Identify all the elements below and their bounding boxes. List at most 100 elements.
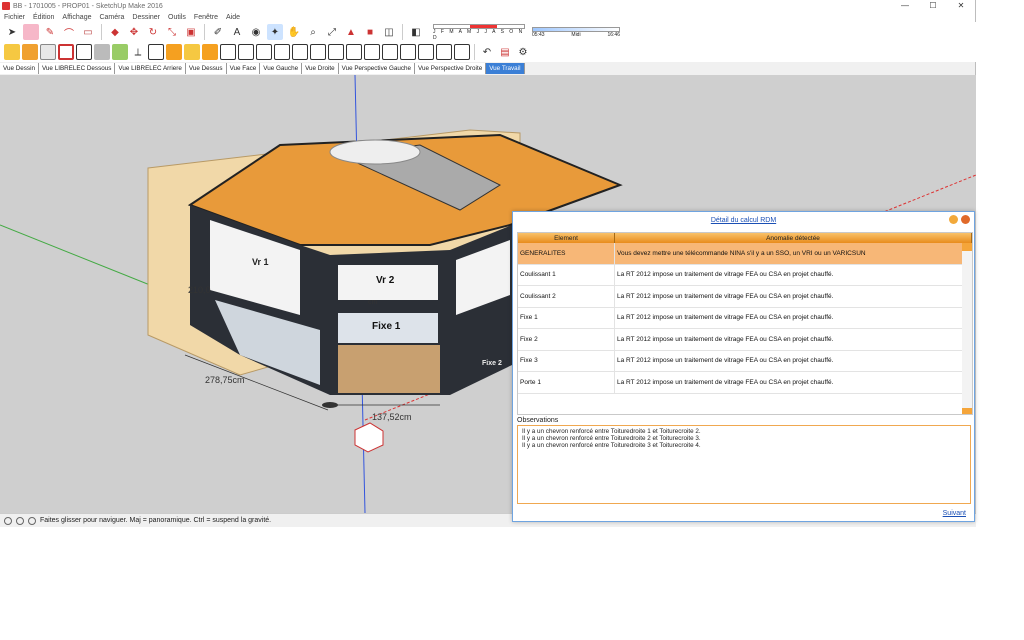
plugin-icon-18[interactable] <box>310 44 326 60</box>
plugin-icon-11[interactable] <box>184 44 200 60</box>
plugin-icon-25[interactable] <box>436 44 452 60</box>
table-row[interactable]: Coulissant 2 La RT 2012 impose un traite… <box>518 286 972 308</box>
table-row[interactable]: Fixe 3 La RT 2012 impose un traitement d… <box>518 350 972 372</box>
rdm-dialog: Détail du calcul RDM Element Anomalie dé… <box>512 211 975 522</box>
menu-camera[interactable]: Caméra <box>99 14 124 21</box>
main-toolbar: ➤ ✎ ⌒ ▭ ◆ ✥ ↻ ⤡ ▣ ✐ A ◉ ✦ ✋ ⌕ ⤢ ▲ ■ ◫ ◧ … <box>0 22 976 42</box>
extension-icon[interactable]: ■ <box>362 24 378 40</box>
table-scrollbar[interactable] <box>962 243 972 414</box>
table-row[interactable]: Coulissant 1 La RT 2012 impose un traite… <box>518 264 972 286</box>
scroll-up-icon[interactable] <box>962 243 972 251</box>
dialog-help-icon[interactable] <box>949 215 958 224</box>
warehouse-icon[interactable]: ▲ <box>343 24 359 40</box>
column-anomaly[interactable]: Anomalie détectée <box>615 233 972 243</box>
plugin-icon-2[interactable] <box>22 44 38 60</box>
orbit-icon[interactable]: ✦ <box>267 24 283 40</box>
plugin-icon-10[interactable] <box>166 44 182 60</box>
menu-aide[interactable]: Aide <box>226 14 240 21</box>
plugin-icon-1[interactable] <box>4 44 20 60</box>
table-row[interactable]: GENERALITES Vous devez mettre une téléco… <box>518 243 972 265</box>
plugin-icon-8[interactable]: ⟂ <box>130 44 146 60</box>
scale-icon[interactable]: ⤡ <box>164 24 180 40</box>
plugin-icon-13[interactable] <box>220 44 236 60</box>
settings-icon[interactable]: ⚙ <box>515 44 531 60</box>
tab-vue-face[interactable]: Vue Face <box>227 63 261 74</box>
maximize-button[interactable]: ☐ <box>919 0 947 12</box>
plugin-icon-20[interactable] <box>346 44 362 60</box>
eraser-icon[interactable] <box>23 24 39 40</box>
menu-fenetre[interactable]: Fenêtre <box>194 14 218 21</box>
pencil-icon[interactable]: ✎ <box>42 24 58 40</box>
table-row[interactable]: Fixe 1 La RT 2012 impose un traitement d… <box>518 307 972 329</box>
offset-icon[interactable]: ▣ <box>183 24 199 40</box>
column-element[interactable]: Element <box>518 233 615 243</box>
status-geo-icon[interactable] <box>16 516 24 525</box>
menu-outils[interactable]: Outils <box>168 14 186 21</box>
refresh-icon[interactable]: ↶ <box>479 44 495 60</box>
tab-vue-dessin[interactable]: Vue Dessin <box>0 63 39 74</box>
select-tool-icon[interactable]: ➤ <box>4 24 20 40</box>
title-bar: BB - 1701005 - PROP01 - SketchUp Make 20… <box>0 0 975 12</box>
close-button[interactable]: ✕ <box>947 0 975 12</box>
shadow-month-slider[interactable]: J F M A M J J A S O N D <box>433 23 525 41</box>
plugin-icon-16[interactable] <box>274 44 290 60</box>
shadow-time-slider[interactable]: 05:43 Midi 16:46 <box>532 26 620 38</box>
plugin-icon-7[interactable] <box>112 44 128 60</box>
tab-vue-droite[interactable]: Vue Droite <box>302 63 339 74</box>
dialog-close-icon[interactable] <box>961 215 970 224</box>
move-icon[interactable]: ✥ <box>126 24 142 40</box>
rectangle-icon[interactable]: ▭ <box>80 24 96 40</box>
plugin-icon-17[interactable] <box>292 44 308 60</box>
zoom-extents-icon[interactable]: ⤢ <box>324 24 340 40</box>
text-icon[interactable]: A <box>229 24 245 40</box>
front-wall-panel <box>338 345 440 393</box>
plugin-icon-3[interactable] <box>40 44 56 60</box>
pan-icon[interactable]: ✋ <box>286 24 302 40</box>
plugin-icon-24[interactable] <box>418 44 434 60</box>
share-icon[interactable]: ◫ <box>381 24 397 40</box>
minimize-button[interactable]: — <box>891 0 919 12</box>
scroll-down-icon[interactable] <box>962 408 972 414</box>
plugin-icon-26[interactable] <box>454 44 470 60</box>
menu-edition[interactable]: Édition <box>33 14 54 21</box>
tab-vue-dessus[interactable]: Vue Dessus <box>186 63 227 74</box>
menu-fichier[interactable]: Fichier <box>4 14 25 21</box>
dialog-title[interactable]: Détail du calcul RDM <box>711 217 776 224</box>
menu-affichage[interactable]: Affichage <box>62 14 91 21</box>
tab-vue-perspective-droite[interactable]: Vue Perspective Droite <box>415 63 487 74</box>
menu-dessiner[interactable]: Dessiner <box>132 14 160 21</box>
plugin-icon-14[interactable] <box>238 44 254 60</box>
observations-box[interactable]: Il y a un chevron renforcé entre Toiture… <box>517 425 971 504</box>
tape-measure-icon[interactable]: ✐ <box>210 24 226 40</box>
next-link[interactable]: Suivant <box>943 510 966 517</box>
tab-vue-perspective-gauche[interactable]: Vue Perspective Gauche <box>339 63 416 74</box>
plugin-icon-12[interactable] <box>202 44 218 60</box>
plugin-icon-5[interactable] <box>76 44 92 60</box>
report-icon[interactable]: ▤ <box>497 44 513 60</box>
plugin-icon-9[interactable] <box>148 44 164 60</box>
plugin-icon-23[interactable] <box>400 44 416 60</box>
table-row[interactable]: Fixe 2 La RT 2012 impose un traitement d… <box>518 329 972 351</box>
arc-icon[interactable]: ⌒ <box>61 24 77 40</box>
zoom-icon[interactable]: ⌕ <box>305 24 321 40</box>
view-cube-icon[interactable] <box>354 422 384 453</box>
plugin-icon-22[interactable] <box>382 44 398 60</box>
tab-vue-travail[interactable]: Vue Travail <box>486 63 525 74</box>
push-pull-icon[interactable]: ◆ <box>107 24 123 40</box>
plugin-icon-6[interactable] <box>94 44 110 60</box>
plugin-icon-4[interactable] <box>58 44 74 60</box>
paint-bucket-icon[interactable]: ◉ <box>248 24 264 40</box>
plugin-icon-19[interactable] <box>328 44 344 60</box>
plugin-icon-21[interactable] <box>364 44 380 60</box>
row-anomaly: Vous devez mettre une télécommande NINA … <box>617 249 866 257</box>
table-row[interactable]: Porte 1 La RT 2012 impose un traitement … <box>518 372 972 394</box>
tab-vue-gauche[interactable]: Vue Gauche <box>260 63 303 74</box>
tab-vue-librelec-dessous[interactable]: Vue LIBRELEC Dessous <box>39 63 116 74</box>
shadows-icon[interactable]: ◧ <box>408 24 424 40</box>
tab-vue-librelec-arriere[interactable]: Vue LIBRELEC Arriere <box>115 63 186 74</box>
rotate-icon[interactable]: ↻ <box>145 24 161 40</box>
status-user-icon[interactable] <box>28 516 36 525</box>
row-anomaly: La RT 2012 impose un traitement de vitra… <box>617 335 834 343</box>
plugin-icon-15[interactable] <box>256 44 272 60</box>
status-info-icon[interactable] <box>4 516 12 525</box>
